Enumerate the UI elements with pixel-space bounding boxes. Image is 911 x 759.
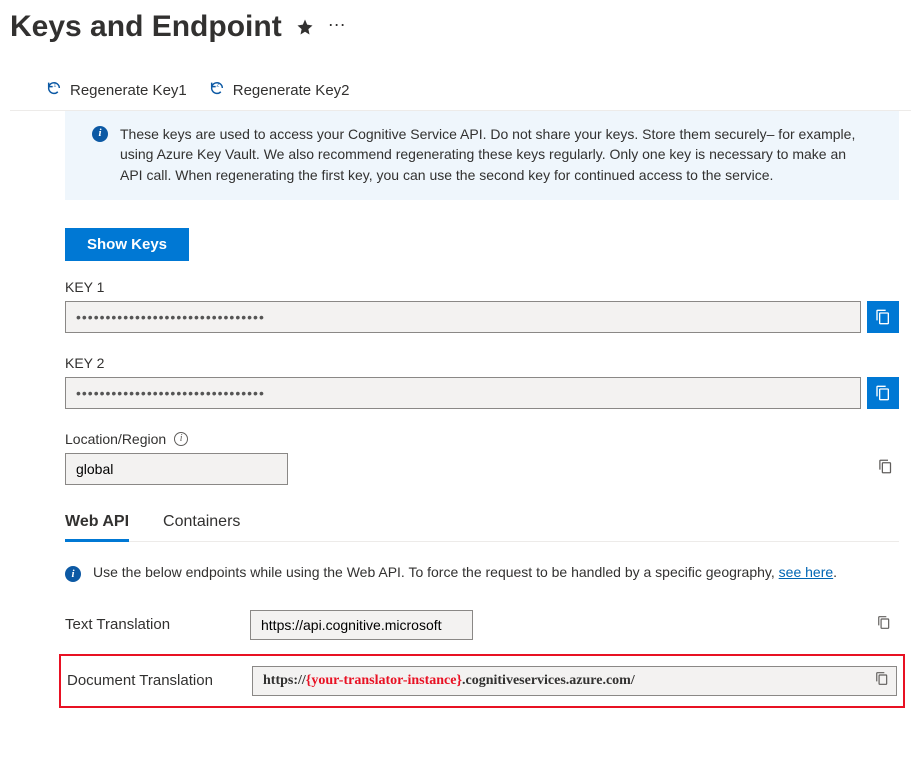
favorite-star-icon[interactable] [296,18,314,36]
web-api-info: i Use the below endpoints while using th… [65,564,899,582]
location-label: Location/Region [65,431,166,447]
key2-input[interactable] [65,377,861,409]
tabstrip: Web API Containers [65,513,899,542]
copy-key1-button[interactable] [867,301,899,333]
key1-label: KEY 1 [65,279,899,295]
copy-text-translation-button[interactable] [877,615,891,634]
refresh-icon: 2 [209,80,225,100]
document-translation-label: Document Translation [67,672,232,689]
tab-containers[interactable]: Containers [163,513,240,541]
info-banner: i These keys are used to access your Cog… [65,111,899,200]
info-icon[interactable]: i [174,432,188,446]
info-banner-text: These keys are used to access your Cogni… [120,124,858,185]
info-icon: i [65,566,81,582]
refresh-icon: 1 [46,80,62,100]
key1-input[interactable] [65,301,861,333]
copy-icon [875,385,891,401]
copy-icon [878,459,893,474]
document-translation-row: Document Translation https://{your-trans… [67,666,897,696]
copy-document-translation-button[interactable] [875,671,889,690]
regenerate-key2-label: Regenerate Key2 [233,82,350,99]
more-menu-icon[interactable]: ··· [328,14,346,35]
document-translation-input[interactable]: https://{your-translator-instance}.cogni… [252,666,897,696]
web-api-info-text: Use the below endpoints while using the … [93,564,837,582]
regenerate-key1-label: Regenerate Key1 [70,82,187,99]
copy-icon [877,615,891,629]
command-bar: 1 Regenerate Key1 2 Regenerate Key2 [10,80,911,111]
copy-key2-button[interactable] [867,377,899,409]
svg-text:1: 1 [53,83,56,89]
location-label-row: Location/Region i [65,431,899,447]
tab-web-api[interactable]: Web API [65,513,129,541]
see-here-link[interactable]: see here [779,564,833,580]
text-translation-input[interactable] [250,610,473,640]
document-translation-highlight: Document Translation https://{your-trans… [59,654,905,708]
show-keys-button[interactable]: Show Keys [65,228,189,261]
copy-icon [875,671,889,685]
location-input[interactable] [65,453,288,485]
copy-location-button[interactable] [878,459,893,479]
page-title: Keys and Endpoint [10,10,282,44]
copy-icon [875,309,891,325]
text-translation-row: Text Translation [65,610,899,640]
page-header: Keys and Endpoint ··· [10,10,911,44]
regenerate-key1-button[interactable]: 1 Regenerate Key1 [46,80,187,100]
text-translation-label: Text Translation [65,616,230,633]
info-icon: i [92,126,108,142]
key2-label: KEY 2 [65,355,899,371]
svg-text:2: 2 [216,83,219,89]
regenerate-key2-button[interactable]: 2 Regenerate Key2 [209,80,350,100]
